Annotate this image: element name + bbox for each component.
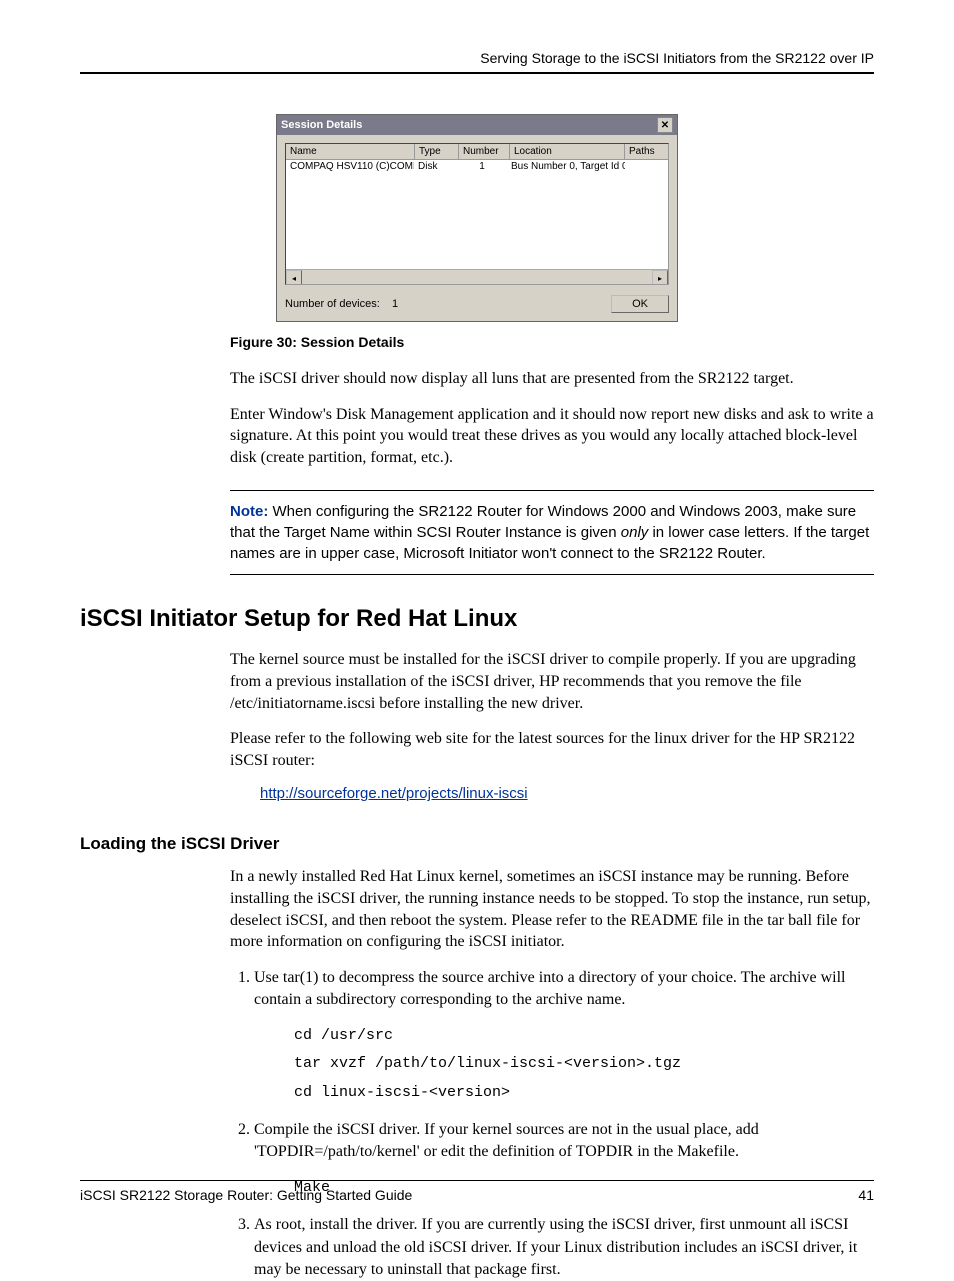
body-paragraph: Please refer to the following web site f…	[230, 728, 874, 771]
col-location[interactable]: Location	[510, 144, 625, 159]
note-label: Note:	[230, 503, 268, 520]
page-footer: iSCSI SR2122 Storage Router: Getting Sta…	[80, 1180, 874, 1203]
ok-button[interactable]: OK	[611, 295, 669, 313]
scrollbar[interactable]: ◂ ▸	[286, 269, 668, 284]
footer-title: iSCSI SR2122 Storage Router: Getting Sta…	[80, 1187, 412, 1203]
note-italic: only	[621, 524, 649, 541]
col-type[interactable]: Type	[415, 144, 459, 159]
device-count: Number of devices: 1	[285, 298, 398, 310]
body-paragraph: Enter Window's Disk Management applicati…	[230, 404, 874, 469]
step-item: As root, install the driver. If you are …	[254, 1214, 874, 1281]
step-text: As root, install the driver. If you are …	[254, 1216, 857, 1278]
scroll-left-icon[interactable]: ◂	[286, 270, 302, 285]
cell-paths	[625, 160, 668, 173]
body-paragraph: In a newly installed Red Hat Linux kerne…	[230, 866, 874, 952]
running-title: Serving Storage to the iSCSI Initiators …	[480, 50, 874, 66]
listview-header: Name Type Number Location Paths	[286, 144, 668, 160]
page-number: 41	[858, 1187, 874, 1203]
table-row[interactable]: COMPAQ HSV110 (C)COMP... Disk 1 Bus Numb…	[286, 160, 668, 173]
step-text: Use tar(1) to decompress the source arch…	[254, 969, 845, 1008]
cell-number: 1	[457, 160, 507, 173]
cell-location: Bus Number 0, Target Id 0, LUN 1	[507, 160, 625, 173]
figure-caption: Figure 30: Session Details	[230, 334, 874, 350]
ordered-steps: Use tar(1) to decompress the source arch…	[230, 967, 874, 1281]
step-item: Use tar(1) to decompress the source arch…	[254, 967, 874, 1107]
heading-2: Loading the iSCSI Driver	[80, 834, 874, 854]
code-block: cd /usr/src tar xvzf /path/to/linux-iscs…	[294, 1022, 874, 1108]
note-box: Note: When configuring the SR2122 Router…	[230, 490, 874, 575]
device-listview[interactable]: Name Type Number Location Paths COMPAQ H…	[285, 143, 669, 285]
device-count-label: Number of devices:	[285, 298, 380, 310]
body-paragraph: The kernel source must be installed for …	[230, 649, 874, 714]
device-count-value: 1	[392, 298, 398, 310]
scroll-right-icon[interactable]: ▸	[652, 270, 668, 285]
col-paths[interactable]: Paths	[625, 144, 668, 159]
cell-name: COMPAQ HSV110 (C)COMP...	[286, 160, 414, 173]
dialog-titlebar: Session Details ✕	[277, 115, 677, 135]
heading-1: iSCSI Initiator Setup for Red Hat Linux	[80, 605, 874, 633]
session-details-dialog: Session Details ✕ Name Type Number Locat…	[276, 114, 678, 322]
step-text: Compile the iSCSI driver. If your kernel…	[254, 1121, 759, 1160]
sourceforge-link[interactable]: http://sourceforge.net/projects/linux-is…	[260, 785, 528, 802]
col-name[interactable]: Name	[286, 144, 415, 159]
col-number[interactable]: Number	[459, 144, 510, 159]
dialog-title: Session Details	[281, 119, 362, 131]
body-paragraph: The iSCSI driver should now display all …	[230, 368, 874, 390]
cell-type: Disk	[414, 160, 457, 173]
close-icon[interactable]: ✕	[657, 117, 673, 133]
running-header: Serving Storage to the iSCSI Initiators …	[80, 50, 874, 74]
